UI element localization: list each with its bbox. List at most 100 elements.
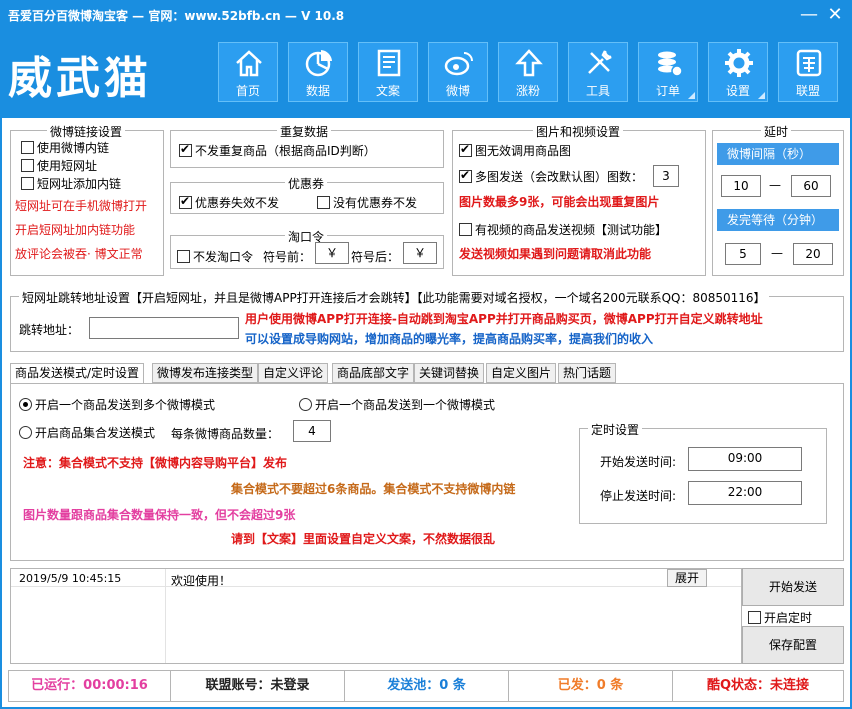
pie-chart-icon (305, 50, 332, 77)
title-bar: 吾爱百分百微博淘宝客 — 官网：www.52bfb.cn — V 10.8 — … (0, 0, 852, 32)
skip-taokouling-checkbox[interactable]: 不发淘口令 (177, 248, 253, 265)
header: 威武猫 首页 数据 文案 微博 涨粉 工具 订单 设置 联盟 (0, 32, 852, 118)
log-message: 欢迎使用！ (171, 574, 232, 588)
coupon-group: 优惠券 优惠券失效不发 没有优惠券不发 (170, 175, 444, 214)
one-to-many-radio[interactable]: 开启一个商品发送到多个微博模式 (19, 396, 215, 413)
timer-group: 定时设置 开始发送时间: 09:00 停止发送时间: 22:00 (579, 421, 827, 524)
weibo-link-title: 微博链接设置 (47, 123, 126, 140)
nav-settings-button[interactable]: 设置 (708, 42, 768, 102)
home-icon (236, 50, 262, 77)
tab-link-type[interactable]: 微博发布连接类型 (152, 363, 259, 383)
short-url-inner-checkbox[interactable]: 短网址添加内链 (21, 175, 121, 192)
use-product-image-checkbox[interactable]: 图无效调用商品图 (459, 142, 571, 159)
close-button[interactable]: ✕ (822, 2, 848, 28)
redirect-label: 跳转地址： (19, 323, 80, 337)
note-short-url-mobile: 短网址可在手机微博打开 (15, 199, 148, 213)
start-send-button[interactable]: 开始发送 (742, 568, 844, 606)
settings-tabs: 商品发送模式/定时设置 微博发布连接类型 自定义评论 商品底部文字 关键词替换 … (10, 363, 844, 563)
delay-title: 延时 (761, 123, 792, 140)
prefix-input[interactable]: ￥ (315, 242, 349, 264)
nav-alliance-button[interactable]: 联盟 (778, 42, 838, 102)
log-time: 2019/5/9 10:45:15 (19, 572, 122, 585)
coins-icon (658, 51, 683, 77)
tab-content-send-mode: 开启一个商品发送到多个微博模式 开启一个商品发送到一个微博模式 开启商品集合发送… (10, 383, 844, 561)
use-inner-link-checkbox[interactable]: 使用微博内链 (21, 139, 109, 156)
tab-custom-image[interactable]: 自定义图片 (486, 363, 557, 383)
collection-mode-radio[interactable]: 开启商品集合发送模式 (19, 424, 155, 441)
nav-home-button[interactable]: 首页 (218, 42, 278, 102)
arrow-up-icon (515, 49, 543, 77)
redirect-title: 短网址跳转地址设置【开启短网址，并且是微博APP打开连接后才会跳转】【此功能需要… (19, 289, 769, 306)
nav-alliance-label: 联盟 (795, 84, 820, 98)
nav-home-label: 首页 (235, 84, 260, 98)
log-row: 2019/5/9 10:45:15 欢迎使用！ (11, 569, 741, 588)
alliance-account: 联盟账号：未登录 (171, 671, 345, 701)
tab-hot-topics[interactable]: 热门话题 (558, 363, 617, 383)
wait-header: 发完等待（分钟） (717, 209, 839, 231)
nav-orders-button[interactable]: 订单 (638, 42, 698, 102)
image-video-title: 图片和视频设置 (533, 123, 624, 140)
interval-from-input[interactable]: 10 (721, 175, 761, 197)
tab-send-mode[interactable]: 商品发送模式/定时设置 (10, 363, 145, 384)
send-pool: 发送池：0 条 (345, 671, 509, 701)
redirect-group: 短网址跳转地址设置【开启短网址，并且是微博APP打开连接后才会跳转】【此功能需要… (10, 289, 844, 352)
send-video-checkbox[interactable]: 有视频的商品发送视频【测试功能】 (459, 221, 667, 238)
no-coupon-checkbox[interactable]: 没有优惠券不发 (317, 194, 417, 211)
wait-from-input[interactable]: 5 (725, 243, 761, 265)
video-warning: 发送视频如果遇到问题请取消此功能 (459, 247, 652, 261)
nav-data-button[interactable]: 数据 (288, 42, 348, 102)
tab-keyword-replace[interactable]: 关键词替换 (414, 363, 485, 383)
per-weibo-label: 每条微博商品数量： (171, 427, 280, 441)
multi-image-checkbox[interactable]: 多图发送（会改默认图）图数： (459, 168, 643, 185)
interval-to-input[interactable]: 60 (791, 175, 831, 197)
timer-title: 定时设置 (588, 421, 643, 438)
wait-dash: — (771, 246, 783, 260)
stop-time-input[interactable]: 22:00 (688, 481, 802, 505)
wait-to-input[interactable]: 20 (793, 243, 833, 265)
enable-timer-checkbox[interactable]: 开启定时 (748, 609, 812, 626)
image-warning: 图片数最多9张，可能会出现重复图片 (459, 195, 660, 209)
nav-data-label: 数据 (305, 84, 330, 98)
interval-header: 微博间隔（秒） (717, 143, 839, 165)
expand-button[interactable]: 展开 (667, 569, 707, 587)
status-bar: 已运行：00:00:16 联盟账号：未登录 发送池：0 条 已发：0 条 酷Q状… (8, 670, 844, 702)
suffix-input[interactable]: ￥ (403, 242, 437, 264)
collection-note-1: 注意：集合模式不支持【微博内容导购平台】发布 (23, 456, 288, 470)
tab-custom-comment[interactable]: 自定义评论 (258, 363, 329, 383)
sent-count: 已发：0 条 (509, 671, 673, 701)
image-count-input[interactable]: 3 (653, 165, 679, 187)
window-title: 吾爱百分百微博淘宝客 — 官网：www.52bfb.cn — V 10.8 (8, 9, 345, 23)
nav-fans-button[interactable]: 涨粉 (498, 42, 558, 102)
weibo-link-group: 微博链接设置 使用微博内链 使用短网址 短网址添加内链 短网址可在手机微博打开 … (10, 123, 164, 276)
prefix-label: 符号前： (263, 250, 312, 264)
redirect-url-input[interactable] (89, 317, 239, 339)
image-video-group: 图片和视频设置 图无效调用商品图 多图发送（会改默认图）图数： 3 图片数最多9… (452, 123, 706, 276)
no-repeat-checkbox[interactable]: 不发重复商品（根据商品ID判断） (179, 142, 376, 159)
coupon-invalid-checkbox[interactable]: 优惠券失效不发 (179, 194, 279, 211)
coupon-title: 优惠券 (285, 175, 328, 192)
nav-weibo-button[interactable]: 微博 (428, 42, 488, 102)
collection-note-3: 图片数量跟商品集合数量保持一致，但不会超过9张 (23, 508, 296, 522)
repeat-data-title: 重复数据 (277, 123, 332, 140)
start-time-input[interactable]: 09:00 (688, 447, 802, 471)
taokouling-group: 淘口令 不发淘口令 符号前： ￥ 符号后： ￥ (170, 228, 444, 269)
document-icon (377, 49, 401, 77)
nav-copy-button[interactable]: 文案 (358, 42, 418, 102)
start-time-label: 开始发送时间: (600, 455, 677, 469)
dropdown-triangle-icon (758, 92, 765, 99)
one-to-one-radio[interactable]: 开启一个商品发送到一个微博模式 (299, 396, 495, 413)
suffix-label: 符号后： (351, 250, 400, 264)
nav-tools-button[interactable]: 工具 (568, 42, 628, 102)
use-short-url-checkbox[interactable]: 使用短网址 (21, 157, 97, 174)
log-panel[interactable]: 2019/5/9 10:45:15 欢迎使用！ 展开 (10, 568, 742, 664)
collection-note-2: 集合模式不要超过6条商品。集合模式不支持微博内链 (231, 482, 516, 496)
alliance-icon (796, 49, 822, 77)
note-comment-swallowed: 放评论会被吞· 博文正常 (15, 247, 143, 261)
collection-note-4: 请到【文案】里面设置自定义文案，不然数据很乱 (231, 532, 496, 546)
weibo-icon (444, 52, 473, 76)
per-weibo-input[interactable]: 4 (293, 420, 331, 442)
save-config-button[interactable]: 保存配置 (742, 626, 844, 664)
minimize-button[interactable]: — (796, 2, 822, 28)
tab-bottom-text[interactable]: 商品底部文字 (332, 363, 415, 383)
interval-dash: — (769, 178, 781, 192)
